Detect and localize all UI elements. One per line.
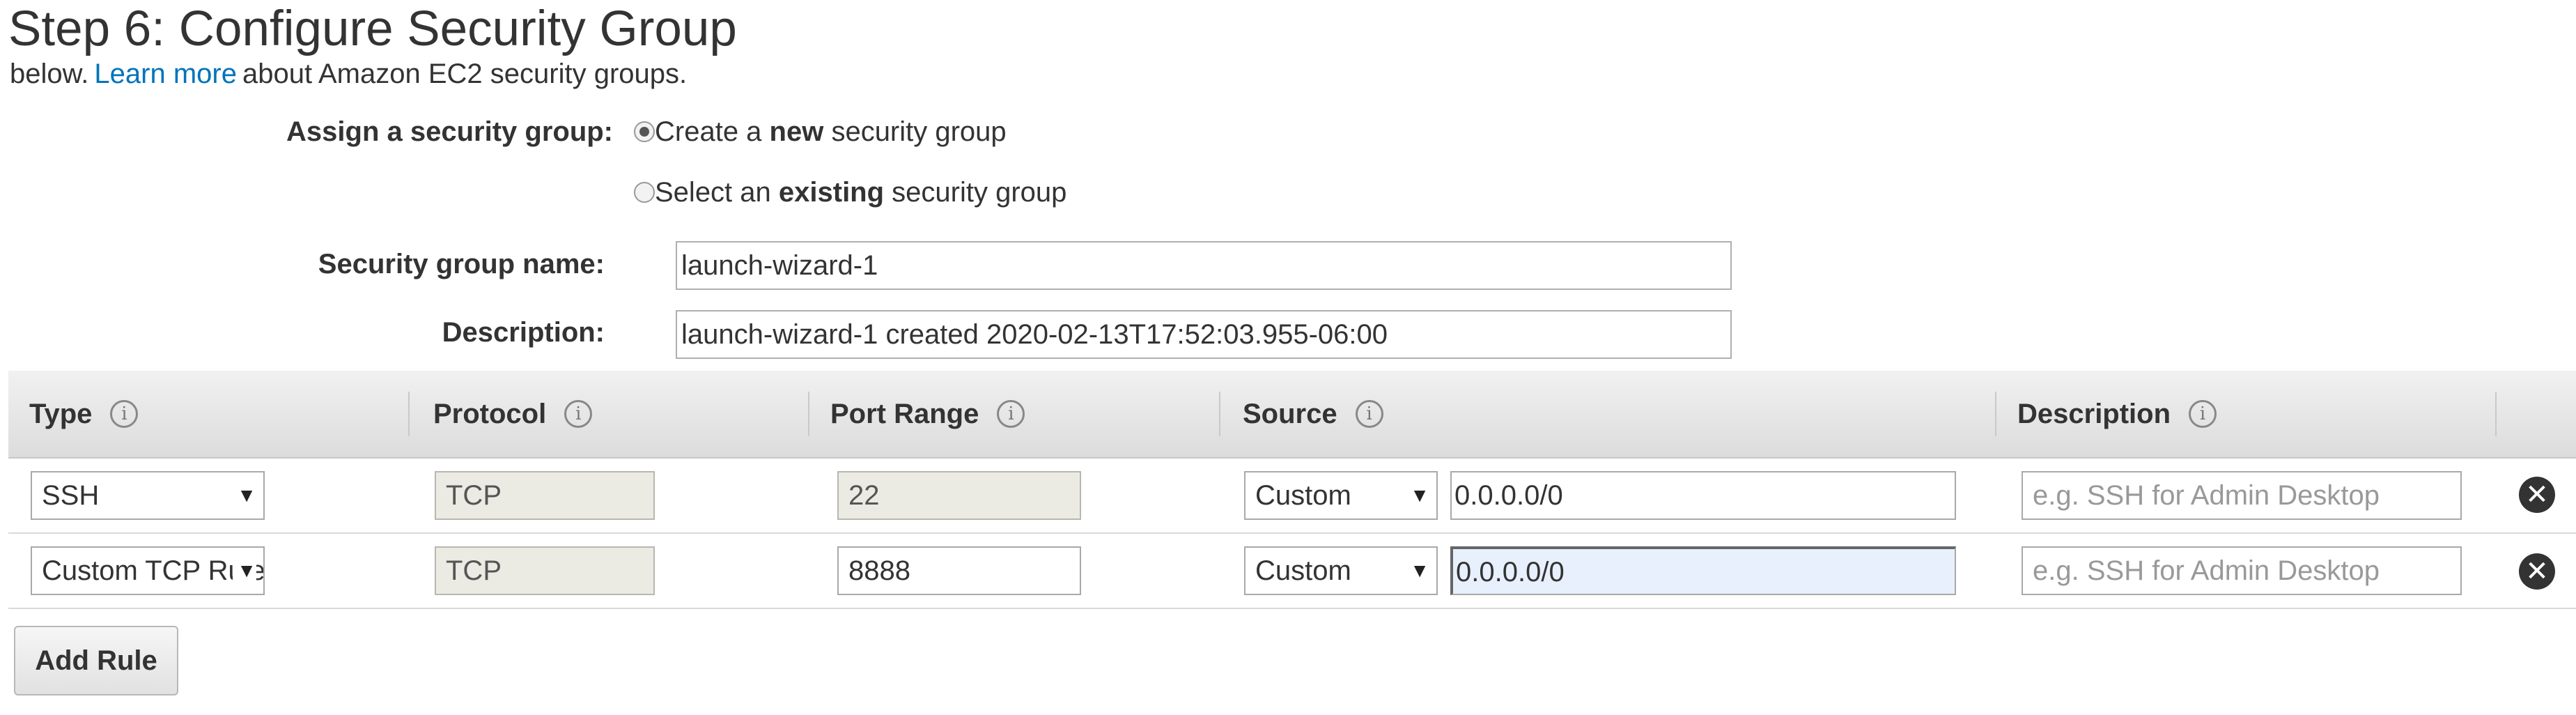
rule-source-cidr-input[interactable]: 0.0.0.0/0	[1450, 546, 1956, 595]
row-divider	[8, 532, 2576, 534]
info-icon[interactable]: i	[564, 400, 593, 428]
rule-protocol-field: TCP	[435, 546, 655, 595]
security-group-name-label: Security group name:	[318, 249, 605, 279]
security-group-name-input[interactable]: launch-wizard-1	[676, 241, 1732, 290]
radio-select-existing-label: Select an existing security group	[655, 177, 1067, 208]
rule-source-cidr-input[interactable]: 0.0.0.0/0	[1450, 471, 1956, 520]
intro-suffix: about Amazon EC2 security groups.	[242, 59, 688, 89]
rule-port-range-field: 22	[837, 471, 1081, 520]
description-input[interactable]: launch-wizard-1 created 2020-02-13T17:52…	[676, 310, 1732, 359]
info-icon[interactable]: i	[997, 400, 1025, 428]
remove-icon[interactable]: ✕	[2519, 553, 2555, 590]
rule-description-input[interactable]: e.g. SSH for Admin Desktop	[2022, 546, 2462, 595]
header-source: Source i	[1243, 371, 1383, 457]
info-icon[interactable]: i	[110, 400, 139, 428]
header-description: Description i	[2017, 371, 2217, 457]
intro-prefix: below.	[10, 59, 89, 89]
radio-select-existing[interactable]: Select an existing security group	[634, 176, 1066, 209]
rules-table-header: Type i Protocol i Port Range i Source i Desc…	[8, 371, 2576, 459]
rule-type-select[interactable]: SSH ▼	[31, 471, 265, 520]
chevron-down-icon: ▼	[1406, 472, 1429, 518]
intro-text: below. Learn more about Amazon EC2 securit…	[10, 57, 687, 91]
page-title: Step 6: Configure Security Group	[8, 1, 737, 56]
rule-description-input[interactable]: e.g. SSH for Admin Desktop	[2022, 471, 2462, 520]
header-type: Type i	[29, 371, 139, 457]
chevron-down-icon: ▼	[233, 472, 256, 518]
info-icon[interactable]: i	[1355, 400, 1383, 428]
header-port-range: Port Range i	[830, 371, 1025, 457]
header-protocol: Protocol i	[433, 371, 593, 457]
description-label: Description:	[442, 317, 605, 348]
chevron-down-icon: ▼	[1406, 548, 1429, 594]
rule-source-select[interactable]: Custom ▼	[1244, 471, 1438, 520]
radio-select-existing-control[interactable]	[634, 182, 655, 203]
rule-protocol-field: TCP	[435, 471, 655, 520]
rule-port-range-input[interactable]: 8888	[837, 546, 1081, 595]
row-divider	[8, 608, 2576, 609]
rule-type-select[interactable]: Custom TCP Rule ▼	[31, 546, 265, 595]
remove-icon[interactable]: ✕	[2519, 477, 2555, 513]
radio-create-new-label: Create a new security group	[655, 116, 1007, 147]
add-rule-button[interactable]: Add Rule	[14, 626, 178, 695]
radio-create-new[interactable]: Create a new security group	[634, 115, 1007, 148]
rule-source-select[interactable]: Custom ▼	[1244, 546, 1438, 595]
assign-label: Assign a security group:	[286, 116, 613, 147]
chevron-down-icon: ▼	[233, 548, 256, 594]
info-icon[interactable]: i	[2189, 400, 2217, 428]
learn-more-link[interactable]: Learn more	[94, 59, 237, 89]
radio-create-new-control[interactable]	[634, 121, 655, 142]
